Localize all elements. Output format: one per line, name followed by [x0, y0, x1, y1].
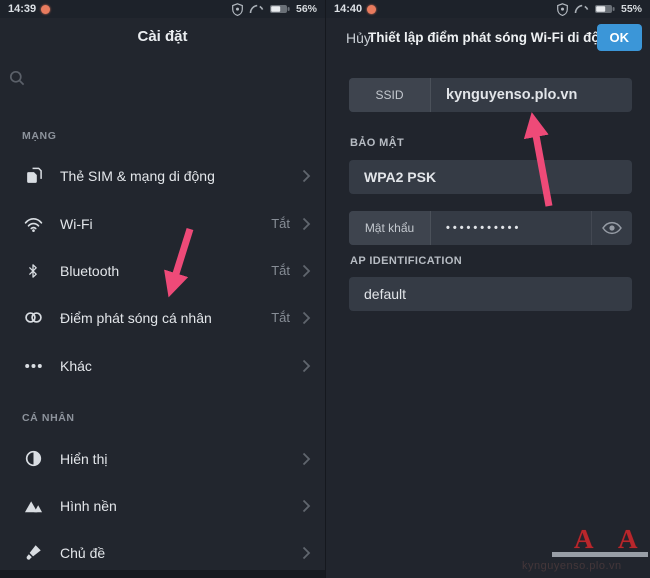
section-ap-identification: AP IDENTIFICATION [350, 255, 462, 267]
screen-record-icon [367, 5, 376, 14]
password-label: Mật khẩu [349, 211, 431, 245]
ssid-field[interactable]: SSID kynguyenso.plo.vn [349, 78, 632, 112]
menu-item-label: Hiển thị [60, 451, 290, 467]
screen-record-icon [41, 5, 50, 14]
network-arc-icon [574, 4, 589, 14]
status-bar-left: 14:39 56% [0, 0, 325, 18]
chevron-right-icon [302, 217, 311, 231]
menu-item-wallpaper[interactable]: Hình nền [0, 482, 325, 529]
watermark-text: kynguyenso.plo.vn [522, 560, 650, 572]
more-dots-icon [22, 363, 44, 369]
list-bottom-divider [0, 570, 325, 578]
screen: 14:39 56% Cài đặt MẠNG [0, 0, 650, 578]
battery-icon [595, 4, 615, 14]
menu-item-theme[interactable]: Chủ đề [0, 529, 325, 576]
chevron-right-icon [302, 546, 311, 560]
menu-item-value: Tắt [271, 216, 290, 231]
sim-card-icon [22, 166, 44, 185]
menu-item-display[interactable]: Hiển thị [0, 435, 325, 482]
ssid-label: SSID [349, 78, 431, 112]
menu-item-value: Tắt [271, 263, 290, 278]
chevron-right-icon [302, 169, 311, 183]
bluetooth-icon [22, 262, 44, 280]
settings-screen: 14:39 56% Cài đặt MẠNG [0, 0, 325, 578]
display-contrast-icon [22, 450, 44, 467]
menu-item-label: Chủ đề [60, 545, 290, 561]
menu-item-label: Điểm phát sóng cá nhân [60, 310, 271, 326]
wifi-icon [22, 216, 44, 232]
menu-item-hotspot[interactable]: Điểm phát sóng cá nhân Tắt [0, 294, 325, 341]
search-icon[interactable] [9, 70, 25, 86]
chevron-right-icon [302, 499, 311, 513]
show-password-toggle[interactable] [591, 211, 632, 245]
dialog-title: Thiết lập điểm phát sóng Wi-Fi di động [368, 30, 598, 45]
wallpaper-icon [22, 499, 44, 513]
menu-item-value: Tắt [271, 310, 290, 325]
status-time: 14:40 [334, 3, 362, 15]
battery-percent: 56% [296, 3, 317, 15]
hotspot-icon [22, 311, 44, 324]
watermark-logo-letter: A [574, 524, 594, 555]
menu-item-wifi[interactable]: Wi-Fi Tắt [0, 200, 325, 247]
chevron-right-icon [302, 311, 311, 325]
menu-item-label: Khác [60, 358, 290, 374]
menu-item-label: Wi-Fi [60, 216, 271, 232]
menu-item-sim[interactable]: Thẻ SIM & mạng di động [0, 152, 325, 199]
security-select[interactable]: WPA2 PSK [349, 160, 632, 194]
menu-item-more[interactable]: Khác [0, 342, 325, 389]
section-personal: CÁ NHÂN [22, 412, 75, 424]
shield-icon [232, 3, 243, 16]
battery-percent: 55% [621, 3, 642, 15]
battery-icon [270, 4, 290, 14]
status-bar-right: 14:40 55% [326, 0, 650, 18]
eye-icon [602, 221, 622, 235]
shield-icon [557, 3, 568, 16]
password-input[interactable]: ••••••••••• [431, 222, 521, 234]
ap-identification-field[interactable]: default [349, 277, 632, 311]
page-title: Cài đặt [0, 28, 325, 45]
network-arc-icon [249, 4, 264, 14]
security-value: WPA2 PSK [349, 169, 436, 185]
chevron-right-icon [302, 452, 311, 466]
ap-identification-value: default [349, 286, 406, 302]
section-network: MẠNG [22, 130, 56, 142]
watermark-bar [552, 552, 648, 557]
section-security: BẢO MẬT [350, 137, 404, 149]
chevron-right-icon [302, 264, 311, 278]
status-time: 14:39 [8, 3, 36, 15]
menu-item-label: Thẻ SIM & mạng di động [60, 168, 290, 184]
watermark-logo-letter: A [618, 524, 638, 555]
ssid-input[interactable]: kynguyenso.plo.vn [431, 87, 577, 103]
hotspot-setup-screen: 14:40 55% Hủy Thiết lập điểm phát sóng W… [325, 0, 650, 578]
chevron-right-icon [302, 359, 311, 373]
password-field[interactable]: Mật khẩu ••••••••••• [349, 211, 632, 245]
menu-item-label: Bluetooth [60, 263, 271, 279]
menu-item-bluetooth[interactable]: Bluetooth Tắt [0, 247, 325, 294]
theme-brush-icon [22, 544, 44, 561]
ok-button[interactable]: OK [597, 24, 643, 51]
menu-item-label: Hình nền [60, 498, 290, 514]
